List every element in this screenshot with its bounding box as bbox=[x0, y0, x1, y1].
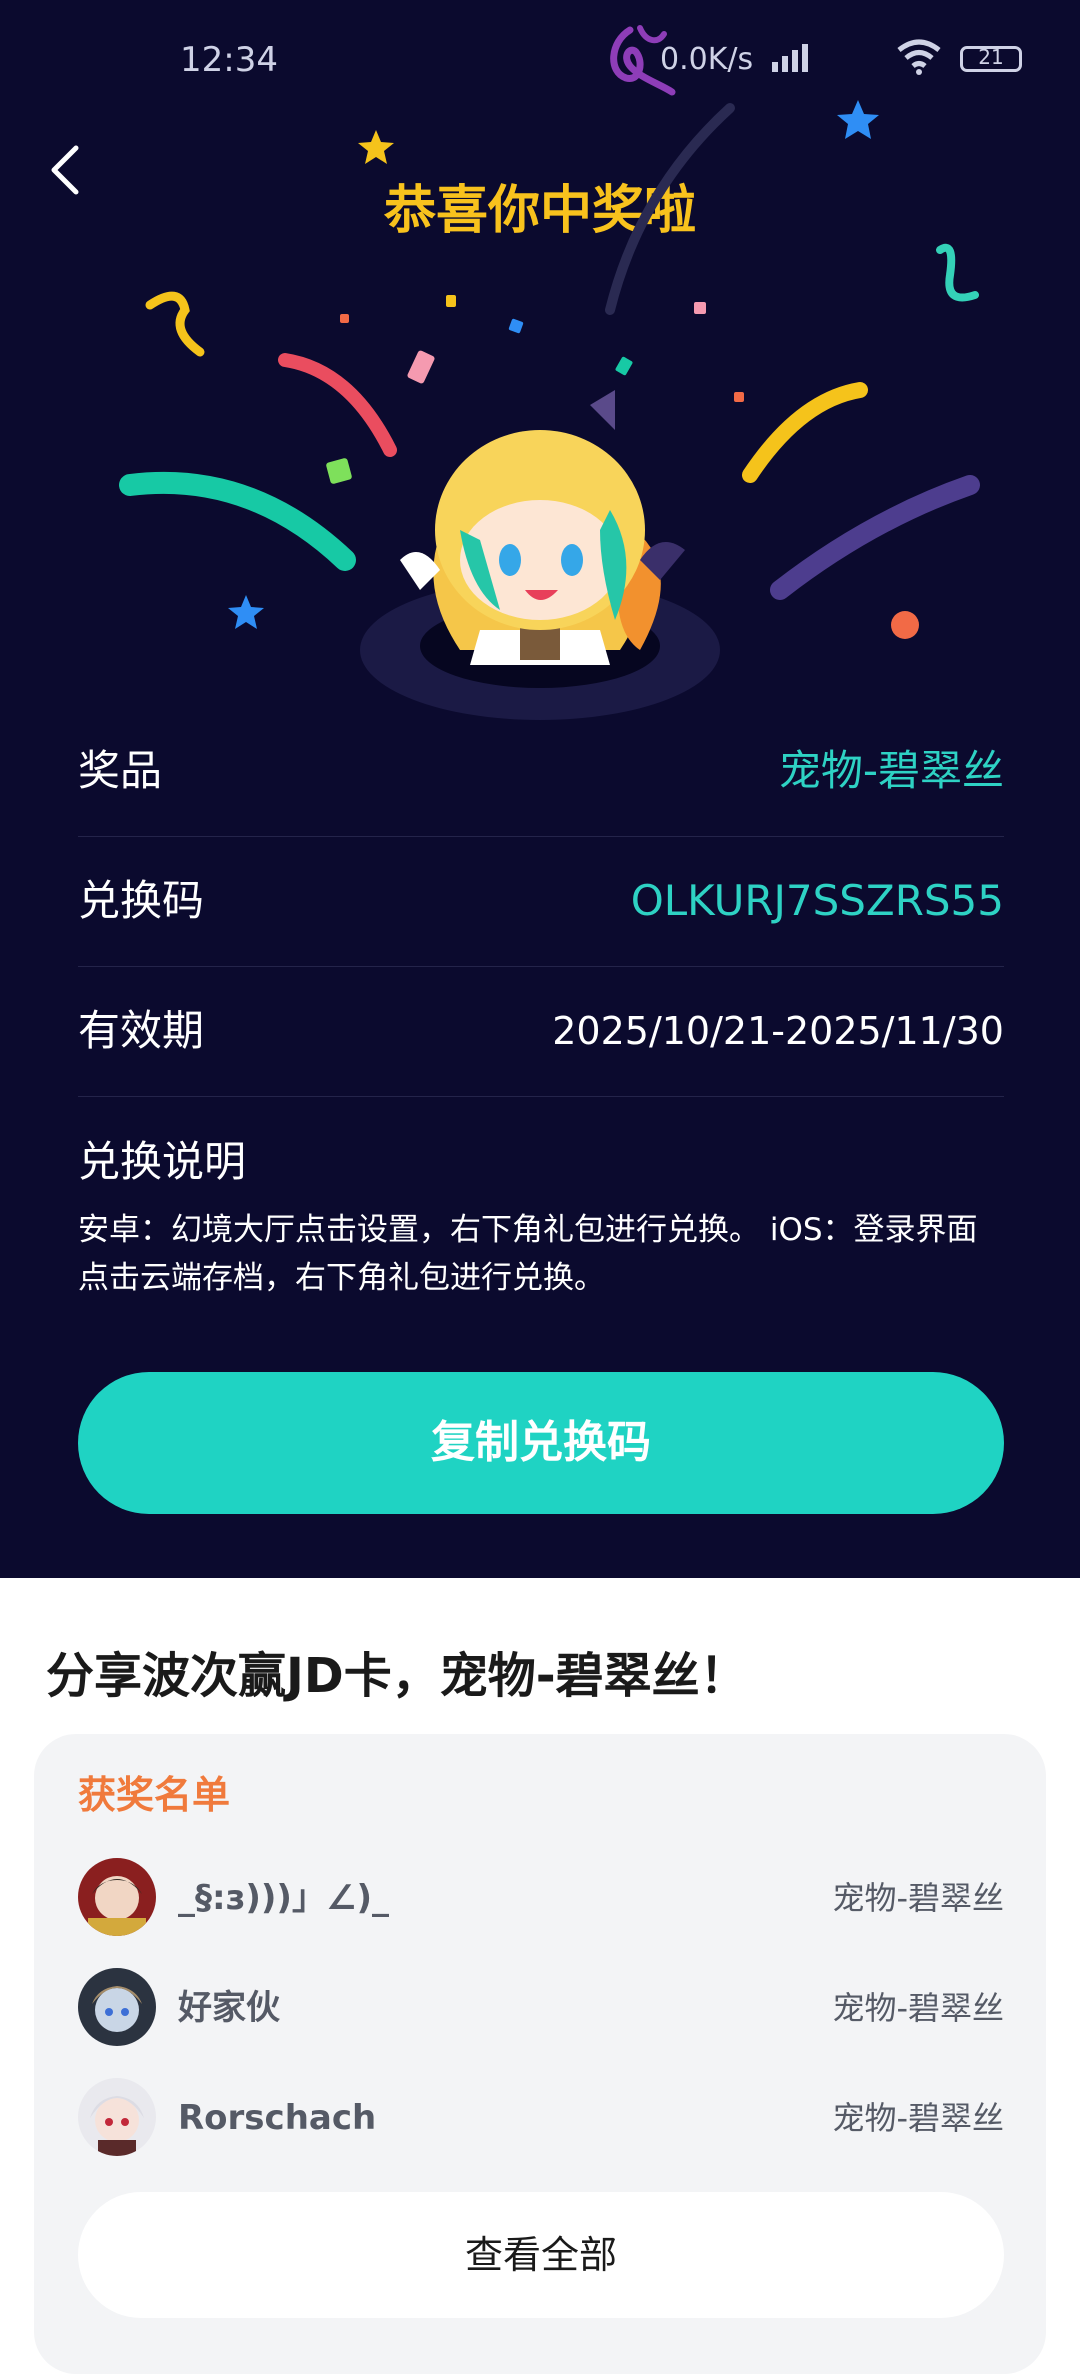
celebration-illustration bbox=[119, 100, 980, 720]
winner-name: _§:з)))」∠)_ bbox=[178, 1878, 389, 1918]
redeem-code-value[interactable]: OLKURJ7SSZRS55 bbox=[631, 836, 1004, 966]
winner-prize: 宠物-碧翠丝 bbox=[832, 1879, 1004, 1917]
redeem-code-label: 兑换码 bbox=[78, 876, 205, 925]
winner-name: 好家伙 bbox=[178, 1988, 280, 2028]
share-title: 分享波次赢JD卡，宠物-碧翠丝！ bbox=[46, 1648, 748, 1704]
prize-row: 奖品 宠物-碧翠丝 bbox=[78, 706, 1004, 837]
winner-row: Rorschach 宠物-碧翠丝 bbox=[78, 2068, 1004, 2168]
winner-prize: 宠物-碧翠丝 bbox=[832, 1989, 1004, 2027]
winner-row: _§:з)))」∠)_ 宠物-碧翠丝 bbox=[78, 1848, 1004, 1948]
validity-value: 2025/10/21-2025/11/30 bbox=[552, 1009, 1004, 1053]
instructions-text: 安卓：幻境大厅点击设置，右下角礼包进行兑换。 iOS：登录界面点击云端存档，右下… bbox=[78, 1212, 978, 1296]
signal-icon bbox=[772, 44, 808, 72]
view-all-button[interactable]: 查看全部 bbox=[78, 2192, 1004, 2318]
instructions-title: 兑换说明 bbox=[78, 1137, 247, 1186]
avatar bbox=[78, 2078, 156, 2156]
battery-level: 21 bbox=[978, 45, 1004, 69]
network-speed: 0.0K/s bbox=[660, 42, 754, 77]
winner-row: 好家伙 宠物-碧翠丝 bbox=[78, 1958, 1004, 2058]
validity-row: 有效期 2025/10/21-2025/11/30 bbox=[78, 966, 1004, 1097]
avatar bbox=[78, 1858, 156, 1936]
battery-icon: 21 bbox=[960, 45, 1022, 72]
prize-label: 奖品 bbox=[78, 746, 163, 795]
avatar bbox=[78, 1968, 156, 2046]
prize-panel: 12:34 0.0K/s 21 恭喜你中奖啦 奖品 宠物-碧翠丝 兑换码 OLK… bbox=[0, 0, 1080, 1578]
winners-card: 获奖名单 _§:з)))」∠)_ 宠物-碧翠丝 好家伙 宠物-碧翠丝 Rorsc… bbox=[34, 1734, 1046, 2374]
winner-name: Rorschach bbox=[178, 2098, 377, 2138]
status-time: 12:34 bbox=[180, 40, 278, 80]
winner-prize: 宠物-碧翠丝 bbox=[832, 2099, 1004, 2137]
winners-title: 获奖名单 bbox=[78, 1773, 231, 1817]
copy-code-button[interactable]: 复制兑换码 bbox=[78, 1372, 1004, 1514]
wifi-icon bbox=[897, 39, 941, 75]
validity-label: 有效期 bbox=[78, 1006, 205, 1055]
prize-value: 宠物-碧翠丝 bbox=[778, 746, 1004, 795]
redeem-code-row: 兑换码 OLKURJ7SSZRS55 bbox=[78, 836, 1004, 967]
